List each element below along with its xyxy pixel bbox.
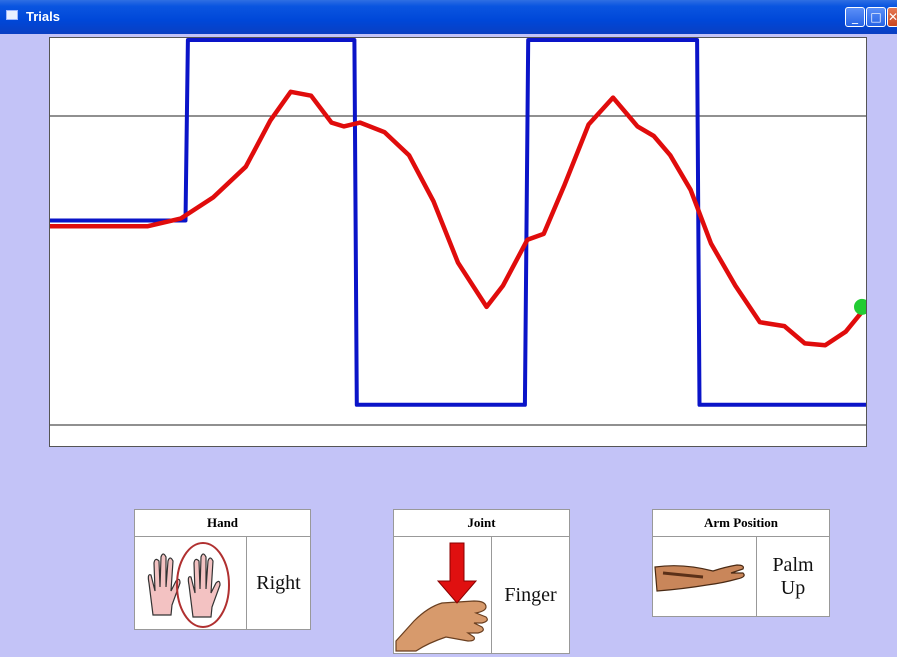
down-arrow-icon bbox=[436, 542, 478, 604]
series-layer bbox=[50, 38, 866, 407]
arm-position-value-line2: Up bbox=[780, 576, 806, 599]
hands-icon bbox=[147, 542, 230, 628]
joint-panel: Joint Finger bbox=[393, 509, 570, 654]
cursor-dot bbox=[854, 298, 866, 315]
trace-line bbox=[50, 89, 866, 348]
hands-image bbox=[135, 537, 247, 629]
window-title: Trials bbox=[26, 9, 60, 24]
trial-plot-svg bbox=[50, 38, 866, 426]
arm-image bbox=[653, 537, 757, 616]
hand-panel-header: Hand bbox=[135, 510, 310, 537]
joint-panel-header: Joint bbox=[394, 510, 569, 537]
arm-position-value-line1: Palm bbox=[772, 553, 814, 576]
maximize-button[interactable]: □ bbox=[866, 7, 886, 27]
minimize-button[interactable]: _ bbox=[845, 7, 865, 27]
arm-position-panel-header: Arm Position bbox=[653, 510, 829, 537]
arm-position-value: Palm Up bbox=[757, 537, 829, 616]
trial-plot bbox=[49, 37, 867, 447]
palm-up-arm-icon bbox=[654, 564, 745, 592]
close-button[interactable]: ✕ bbox=[887, 7, 897, 27]
joint-value: Finger bbox=[504, 583, 557, 606]
finger-joint-icon bbox=[395, 542, 488, 652]
title-bar[interactable]: Trials _ □ ✕ bbox=[0, 0, 897, 34]
hand-value: Right bbox=[256, 571, 301, 594]
app-icon bbox=[6, 10, 18, 20]
joint-image bbox=[394, 537, 492, 653]
arm-position-panel: Arm Position Palm Up bbox=[652, 509, 830, 617]
hand-panel: Hand Right bbox=[134, 509, 311, 630]
